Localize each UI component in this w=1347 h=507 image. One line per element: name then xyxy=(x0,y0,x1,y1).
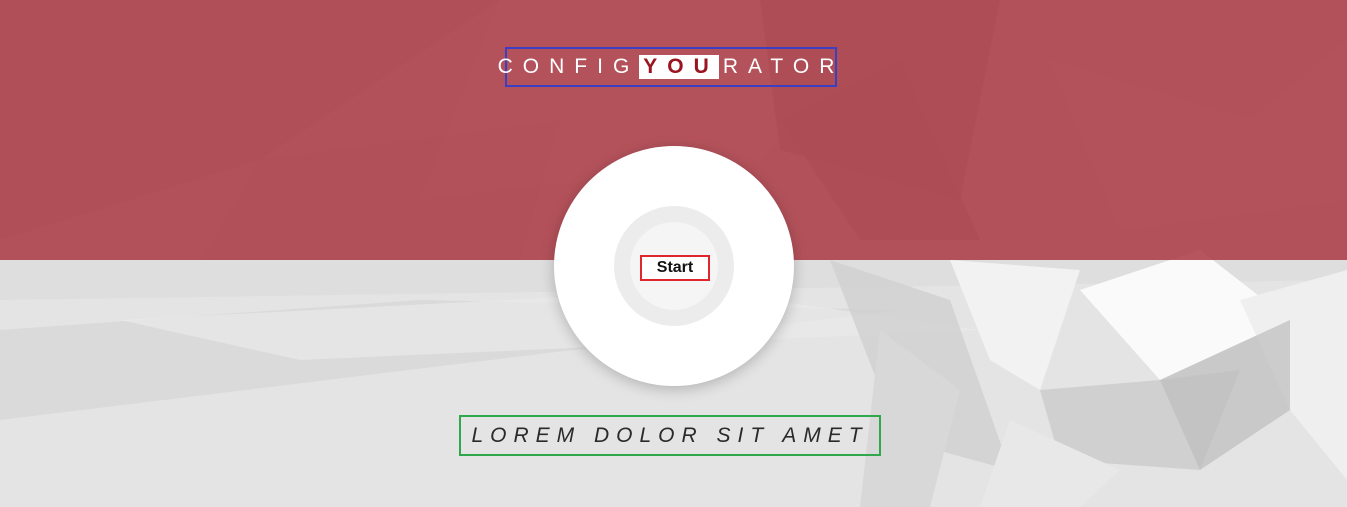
title-prefix: CONFIG xyxy=(497,55,640,78)
page: CONFIG YOU RATOR Start LOREM DOLOR SIT A… xyxy=(0,0,1347,507)
tagline: LOREM DOLOR SIT AMET xyxy=(459,415,881,456)
title-highlight: YOU xyxy=(639,55,719,79)
title-suffix: RATOR xyxy=(722,55,845,78)
app-title-logo: CONFIG YOU RATOR xyxy=(498,47,837,87)
start-button[interactable]: Start xyxy=(640,255,710,281)
